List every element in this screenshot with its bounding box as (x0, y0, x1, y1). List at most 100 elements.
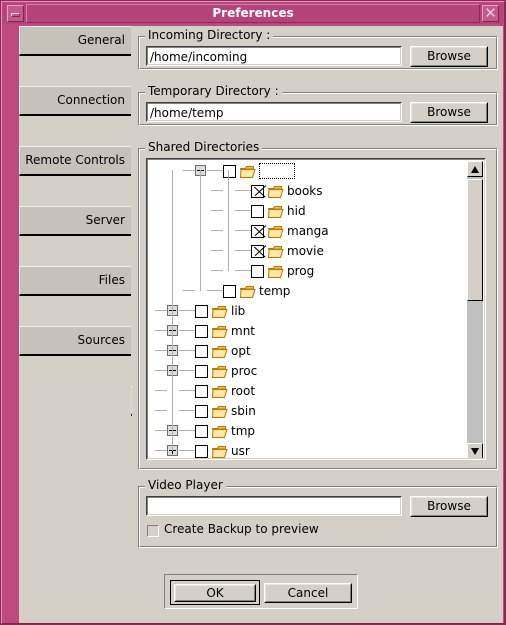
scroll-down-button[interactable] (467, 443, 483, 459)
folder-icon (267, 244, 284, 258)
temporary-directory-input[interactable]: /home/temp (146, 102, 402, 122)
tab-remote-controls[interactable]: Remote Controls (19, 146, 131, 176)
tree-item-checkbox[interactable] (251, 245, 264, 258)
tree-connector-line (155, 310, 167, 311)
title-bar[interactable]: ✕ Preferences (3, 3, 503, 24)
tab-server[interactable]: Server (19, 206, 131, 236)
dialog-button-strip: OK Cancel (164, 574, 358, 609)
tree-item-checkbox[interactable] (195, 405, 208, 418)
temporary-browse-button[interactable]: Browse (410, 102, 488, 123)
tab-connection[interactable]: Connection (19, 86, 131, 116)
tree-connector-line (235, 230, 251, 231)
tree-connector-line (155, 430, 167, 431)
tree-item-label: movie (287, 244, 324, 258)
tree-item-checkbox[interactable] (195, 385, 208, 398)
tree-item-label: tmp (231, 424, 256, 438)
tree-item-label: mnt (231, 324, 255, 338)
tree-connector-line (179, 350, 195, 351)
scrollbar-thumb[interactable] (467, 179, 483, 301)
tree-item-checkbox[interactable] (195, 345, 208, 358)
tree-connector-line (211, 270, 223, 271)
ok-default-ring: OK (170, 580, 260, 605)
temporary-directory-group: Temporary Directory : /home/temp Browse (138, 84, 498, 126)
tree-item-checkbox[interactable] (223, 285, 236, 298)
ok-button-label: OK (206, 586, 224, 600)
tree-connector-line (155, 330, 167, 331)
tree-item-label: temp (259, 284, 291, 298)
incoming-directory-group: Incoming Directory : /home/incoming Brow… (138, 28, 498, 70)
folder-icon (211, 384, 228, 398)
scroll-up-button[interactable] (467, 161, 483, 177)
tree-connector-line (179, 330, 195, 331)
shared-directories-group: Shared Directories books hid manga movie pro… (138, 140, 498, 470)
incoming-directory-input[interactable]: /home/incoming (146, 46, 402, 66)
tree-item-checkbox[interactable] (223, 165, 236, 178)
incoming-directory-value: /home/incoming (150, 50, 248, 64)
tree-item-checkbox[interactable] (251, 265, 264, 278)
temporary-browse-label: Browse (427, 105, 471, 119)
tree-connector-line (235, 250, 251, 251)
temporary-directory-value: /home/temp (150, 106, 224, 120)
folder-icon (267, 184, 284, 198)
tree-item-checkbox[interactable] (251, 225, 264, 238)
scroll-up-arrow-icon (471, 166, 479, 173)
tree-item-checkbox[interactable] (195, 425, 208, 438)
create-backup-checkbox[interactable] (147, 525, 159, 537)
tree-item-label: sbin (231, 404, 256, 418)
tree-connector-line (179, 430, 195, 431)
ok-button[interactable]: OK (174, 584, 256, 602)
incoming-directory-label: Incoming Directory : (145, 28, 274, 42)
folder-icon (211, 324, 228, 338)
tree-item-checkbox[interactable] (251, 205, 264, 218)
tree-connector-line (235, 210, 251, 211)
tree-canvas: books hid manga movie prog temp lib mnt opt proc r… (149, 161, 465, 459)
tab-general[interactable]: General (19, 26, 131, 56)
tree-connector-line (155, 390, 167, 391)
video-player-input[interactable] (146, 496, 402, 516)
tree-connector-line (155, 350, 167, 351)
tree-item-label: opt (231, 344, 251, 358)
minimize-button[interactable] (7, 5, 24, 22)
cancel-button[interactable]: Cancel (264, 583, 352, 603)
folder-icon (211, 444, 228, 458)
tab-sources-dropping[interactable]: Sources Dropping (19, 326, 131, 373)
tree-connector-line (179, 450, 195, 451)
shared-directories-label: Shared Directories (145, 140, 263, 154)
temporary-directory-label: Temporary Directory : (145, 84, 282, 98)
video-input-inset (147, 497, 401, 515)
tab-column-filler (19, 356, 131, 597)
minimize-icon (11, 13, 20, 17)
tab-list: General Connection Remote Controls Serve… (19, 26, 134, 597)
shared-directories-tree[interactable]: books hid manga movie prog temp lib mnt opt proc r… (146, 158, 486, 460)
tree-connector-line (235, 190, 251, 191)
tree-connector-line (179, 410, 195, 411)
tree-connector-line (179, 370, 195, 371)
close-icon: ✕ (484, 4, 497, 22)
video-player-group: Video Player Browse Create Backup to pre… (138, 478, 498, 548)
incoming-browse-button[interactable]: Browse (410, 46, 488, 67)
tree-connector-line (179, 390, 195, 391)
tree-item-checkbox[interactable] (195, 365, 208, 378)
tree-branch-line (200, 170, 201, 291)
folder-icon (267, 224, 284, 238)
tree-connector-line (183, 290, 195, 291)
tree-connector-line (211, 210, 223, 211)
tree-item-checkbox[interactable] (195, 305, 208, 318)
tree-connector-line (211, 190, 223, 191)
tree-vertical-scrollbar[interactable] (467, 161, 483, 459)
tree-item-label (259, 163, 295, 179)
tab-files[interactable]: Files (19, 266, 131, 296)
video-browse-label: Browse (427, 499, 471, 513)
folder-icon (267, 204, 284, 218)
tree-branch-line (228, 170, 229, 271)
tree-item-checkbox[interactable] (195, 325, 208, 338)
video-player-label: Video Player (145, 478, 226, 492)
close-button[interactable]: ✕ (482, 5, 499, 22)
tree-item-checkbox[interactable] (251, 185, 264, 198)
folder-icon (239, 164, 256, 178)
directories-panel: Incoming Directory : /home/incoming Brow… (132, 26, 503, 571)
tree-item-checkbox[interactable] (195, 445, 208, 458)
tree-connector-line (207, 170, 223, 171)
video-browse-button[interactable]: Browse (410, 496, 488, 517)
preferences-window: ✕ Preferences General Connection Remote … (0, 0, 506, 625)
